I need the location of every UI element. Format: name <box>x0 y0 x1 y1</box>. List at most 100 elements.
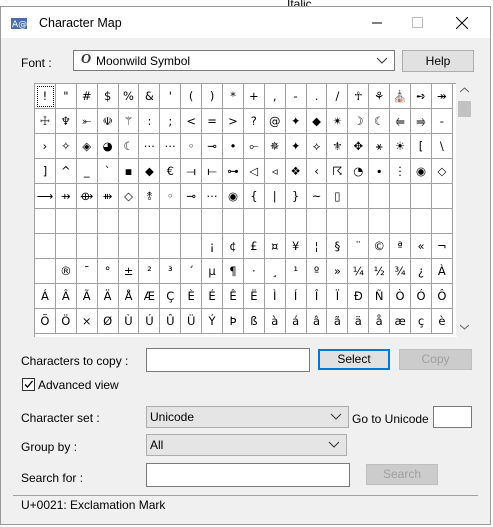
char-cell[interactable]: ¬ <box>431 234 453 259</box>
char-cell[interactable]: \ <box>431 134 453 159</box>
grid-scrollbar[interactable] <box>456 83 473 336</box>
char-cell[interactable]: Ó <box>411 284 432 309</box>
close-button[interactable] <box>439 7 485 38</box>
group-by-dropdown[interactable]: All <box>146 434 347 456</box>
char-cell[interactable]: [ <box>411 134 432 159</box>
char-cell[interactable]: ⋯ <box>139 134 161 159</box>
char-cell[interactable]: Ê <box>223 284 244 309</box>
char-cell[interactable]: · <box>243 259 265 284</box>
char-cell[interactable]: ◉ <box>411 159 432 184</box>
char-cell[interactable]: ☾ <box>118 134 140 159</box>
char-cell[interactable]: ¯ <box>76 259 98 284</box>
char-cell[interactable]: ◔ <box>348 159 370 184</box>
char-cell[interactable]: ⚚ <box>118 109 140 134</box>
char-cell[interactable]: ☀ <box>390 134 412 159</box>
char-cell[interactable] <box>348 184 370 209</box>
char-cell[interactable]: ↠ <box>431 84 453 109</box>
char-cell[interactable]: ± <box>118 259 140 284</box>
char-cell[interactable] <box>55 234 77 259</box>
char-cell[interactable] <box>390 209 412 234</box>
char-cell[interactable]: ç <box>411 309 432 334</box>
char-cell[interactable]: ⛪ <box>390 84 412 109</box>
char-cell[interactable]: × <box>76 309 98 334</box>
char-cell[interactable] <box>97 234 119 259</box>
char-cell[interactable]: Ã <box>76 284 98 309</box>
char-cell[interactable]: Ô <box>431 284 453 309</box>
char-cell[interactable]: ⥉ <box>139 184 161 209</box>
char-cell[interactable]: ☈ <box>327 159 349 184</box>
scroll-down-icon[interactable] <box>460 324 469 330</box>
char-cell[interactable]: ⊸ <box>181 184 203 209</box>
char-cell[interactable]: « <box>411 234 432 259</box>
char-cell[interactable]: ◆ <box>139 159 161 184</box>
char-cell[interactable]: ▯ <box>327 184 349 209</box>
char-cell[interactable] <box>181 234 203 259</box>
char-cell[interactable]: " <box>55 84 77 109</box>
char-cell[interactable]: # <box>76 84 98 109</box>
char-cell[interactable]: @ <box>264 109 286 134</box>
char-cell[interactable]: À <box>431 259 453 284</box>
char-cell[interactable]: ° <box>97 259 119 284</box>
maximize-button[interactable] <box>394 7 440 38</box>
char-cell[interactable]: ] <box>35 159 56 184</box>
char-cell[interactable]: ⟝ <box>202 159 224 184</box>
char-cell[interactable]: Å <box>118 284 140 309</box>
char-cell[interactable]: ⇸ <box>55 184 77 209</box>
char-cell[interactable]: . <box>306 84 328 109</box>
char-cell[interactable]: ⤜ <box>76 109 98 134</box>
char-cell[interactable]: ◉ <box>223 184 244 209</box>
char-cell[interactable]: å <box>369 309 391 334</box>
char-cell[interactable]: ❖ <box>285 159 307 184</box>
char-cell[interactable]: , <box>264 84 286 109</box>
char-cell[interactable]: ¼ <box>348 259 370 284</box>
char-cell[interactable]: Ò <box>390 284 412 309</box>
char-cell[interactable] <box>76 234 98 259</box>
char-cell[interactable]: ¢ <box>223 234 244 259</box>
char-cell[interactable]: ☥ <box>348 84 370 109</box>
char-cell[interactable]: Ì <box>264 284 286 309</box>
char-cell[interactable]: $ <box>97 84 119 109</box>
char-cell[interactable]: » <box>327 259 349 284</box>
char-cell[interactable]: ♆ <box>55 109 77 134</box>
char-cell[interactable]: ◦ <box>160 184 182 209</box>
char-cell[interactable]: ¾ <box>390 259 412 284</box>
char-cell[interactable]: ´ <box>181 259 203 284</box>
char-cell[interactable] <box>411 209 432 234</box>
char-cell[interactable]: ⊶ <box>223 159 244 184</box>
char-cell[interactable]: Æ <box>139 284 161 309</box>
char-cell[interactable]: Ë <box>243 284 265 309</box>
char-cell[interactable]: â <box>306 309 328 334</box>
char-cell[interactable]: ✥ <box>348 134 370 159</box>
char-cell[interactable]: ã <box>327 309 349 334</box>
char-cell[interactable]: ¡ <box>202 234 224 259</box>
char-cell[interactable]: < <box>181 109 203 134</box>
char-cell[interactable]: ` <box>97 159 119 184</box>
char-cell[interactable] <box>35 209 56 234</box>
char-cell[interactable]: › <box>35 134 56 159</box>
font-dropdown[interactable]: O Moonwild Symbol <box>73 50 395 71</box>
char-cell[interactable]: Ð <box>348 284 370 309</box>
char-cell[interactable]: ▪ <box>118 159 140 184</box>
select-button[interactable]: Select <box>318 349 390 370</box>
char-cell[interactable]: Ú <box>139 309 161 334</box>
char-cell[interactable]: ¿ <box>411 259 432 284</box>
char-cell[interactable] <box>118 209 140 234</box>
scrollbar-thumb[interactable] <box>458 101 471 117</box>
char-cell[interactable]: ! <box>35 84 56 109</box>
char-cell[interactable] <box>139 234 161 259</box>
char-cell[interactable]: ½ <box>369 259 391 284</box>
char-cell[interactable]: à <box>264 309 286 334</box>
char-cell[interactable] <box>139 209 161 234</box>
char-cell[interactable]: = <box>202 109 224 134</box>
char-cell[interactable]: Ù <box>118 309 140 334</box>
char-cell[interactable] <box>97 209 119 234</box>
char-cell[interactable]: Ü <box>181 309 203 334</box>
char-cell[interactable]: Ø <box>97 309 119 334</box>
char-cell[interactable]: : <box>139 109 161 134</box>
char-cell[interactable]: > <box>223 109 244 134</box>
char-cell[interactable] <box>35 259 56 284</box>
char-cell[interactable] <box>411 184 432 209</box>
char-cell[interactable]: ⋯ <box>202 184 224 209</box>
char-cell[interactable]: ¦ <box>306 234 328 259</box>
char-cell[interactable]: § <box>327 234 349 259</box>
